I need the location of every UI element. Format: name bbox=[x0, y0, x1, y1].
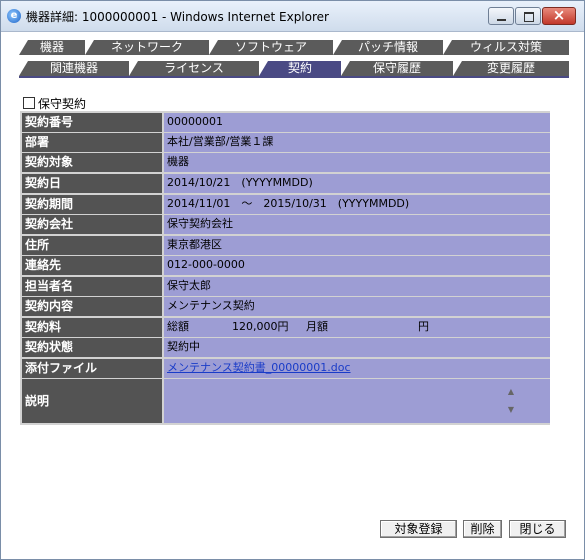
contract-content-label: 契約内容 bbox=[22, 297, 162, 316]
fee-total-value: 120,000円 bbox=[232, 320, 289, 333]
tab-change-history[interactable]: 変更履歴 bbox=[453, 61, 569, 76]
table-row: 部署 本社/営業部/営業１課 bbox=[22, 133, 550, 152]
table-row: 住所 東京都港区 bbox=[22, 236, 550, 255]
tab-underline bbox=[19, 76, 569, 78]
contract-target-value: 機器 bbox=[164, 153, 550, 172]
tab-license[interactable]: ライセンス bbox=[129, 61, 259, 76]
maintenance-contract-checkbox[interactable] bbox=[23, 97, 35, 109]
person-in-charge-value: 保守太郎 bbox=[164, 277, 550, 296]
contract-date-label: 契約日 bbox=[22, 174, 162, 193]
tab-patch-info[interactable]: パッチ情報 bbox=[333, 40, 443, 55]
table-row: 契約料 総額 120,000円 月額 円 bbox=[22, 318, 550, 337]
contract-fee-label: 契約料 bbox=[22, 318, 162, 337]
tab-network[interactable]: ネットワーク bbox=[85, 40, 209, 55]
contract-fee-value: 総額 120,000円 月額 円 bbox=[164, 318, 550, 337]
contract-company-label: 契約会社 bbox=[22, 215, 162, 234]
tab-row-1: 機器 ネットワーク ソフトウェア パッチ情報 ウィルス対策 bbox=[19, 40, 569, 55]
contract-status-label: 契約状態 bbox=[22, 338, 162, 357]
tab-related-devices[interactable]: 関連機器 bbox=[19, 61, 129, 76]
attachment-value: メンテナンス契約書_00000001.doc bbox=[164, 359, 550, 378]
browser-window: e 機器詳細: 1000000001 - Windows Internet Ex… bbox=[0, 0, 585, 560]
tab-software[interactable]: ソフトウェア bbox=[209, 40, 333, 55]
contract-details-table: 契約番号 00000001 部署 本社/営業部/営業１課 契約対象 機器 契約日… bbox=[20, 111, 550, 425]
department-label: 部署 bbox=[22, 133, 162, 152]
tab-maintenance-history[interactable]: 保守履歴 bbox=[341, 61, 453, 76]
title-bar: e 機器詳細: 1000000001 - Windows Internet Ex… bbox=[1, 1, 584, 32]
table-row: 契約内容 メンテナンス契約 bbox=[22, 297, 550, 316]
contact-value: 012-000-0000 bbox=[164, 256, 550, 275]
contract-number-label: 契約番号 bbox=[22, 113, 162, 132]
contract-period-value: 2014/11/01 ～ 2015/10/31 (YYYYMMDD) bbox=[164, 195, 550, 214]
maintenance-contract-label: 保守契約 bbox=[38, 97, 87, 111]
fee-monthly-unit: 円 bbox=[418, 320, 429, 333]
contract-target-label: 契約対象 bbox=[22, 153, 162, 172]
table-row: 契約番号 00000001 bbox=[22, 113, 550, 132]
table-row: 連絡先 012-000-0000 bbox=[22, 256, 550, 275]
tab-contract[interactable]: 契約 bbox=[259, 61, 341, 76]
table-row: 契約対象 機器 bbox=[22, 153, 550, 172]
close-button[interactable]: 閉じる bbox=[509, 520, 566, 538]
contact-label: 連絡先 bbox=[22, 256, 162, 275]
contract-company-value: 保守契約会社 bbox=[164, 215, 550, 234]
tab-device[interactable]: 機器 bbox=[19, 40, 85, 55]
close-window-button[interactable] bbox=[542, 6, 576, 25]
attachment-link[interactable]: メンテナンス契約書_00000001.doc bbox=[167, 361, 351, 374]
table-row: 説明 ▲ ▼ bbox=[22, 379, 550, 423]
internet-explorer-icon: e bbox=[7, 9, 21, 23]
contract-number-value: 00000001 bbox=[164, 113, 550, 132]
register-target-button[interactable]: 対象登録 bbox=[380, 520, 457, 538]
table-row: 契約日 2014/10/21 (YYYYMMDD) bbox=[22, 174, 550, 193]
scroll-up-icon[interactable]: ▲ bbox=[508, 383, 514, 401]
contract-content-value: メンテナンス契約 bbox=[164, 297, 550, 316]
scroll-down-icon[interactable]: ▼ bbox=[508, 401, 514, 419]
table-row: 契約状態 契約中 bbox=[22, 338, 550, 357]
table-row: 契約会社 保守契約会社 bbox=[22, 215, 550, 234]
table-row: 添付ファイル メンテナンス契約書_00000001.doc bbox=[22, 359, 550, 378]
address-label: 住所 bbox=[22, 236, 162, 255]
description-label: 説明 bbox=[22, 379, 162, 423]
contract-date-value: 2014/10/21 (YYYYMMDD) bbox=[164, 174, 550, 193]
person-in-charge-label: 担当者名 bbox=[22, 277, 162, 296]
table-row: 担当者名 保守太郎 bbox=[22, 277, 550, 296]
tab-row-2: 関連機器 ライセンス 契約 保守履歴 変更履歴 bbox=[19, 61, 569, 76]
maximize-button[interactable] bbox=[515, 7, 541, 25]
fee-monthly-label: 月額 bbox=[306, 320, 328, 333]
table-row: 契約期間 2014/11/01 ～ 2015/10/31 (YYYYMMDD) bbox=[22, 195, 550, 214]
attachment-label: 添付ファイル bbox=[22, 359, 162, 378]
minimize-button[interactable] bbox=[488, 7, 514, 25]
window-title: 機器詳細: 1000000001 - Windows Internet Expl… bbox=[26, 10, 329, 24]
description-cell: ▲ ▼ bbox=[164, 379, 550, 423]
description-textarea[interactable] bbox=[164, 379, 550, 423]
fee-total-label: 総額 bbox=[167, 320, 189, 333]
tab-antivirus[interactable]: ウィルス対策 bbox=[443, 40, 569, 55]
department-value: 本社/営業部/営業１課 bbox=[164, 133, 550, 152]
delete-button[interactable]: 削除 bbox=[463, 520, 502, 538]
contract-status-value: 契約中 bbox=[164, 338, 550, 357]
maintenance-contract-option[interactable]: 保守契約 bbox=[23, 95, 86, 112]
address-value: 東京都港区 bbox=[164, 236, 550, 255]
contract-period-label: 契約期間 bbox=[22, 195, 162, 214]
